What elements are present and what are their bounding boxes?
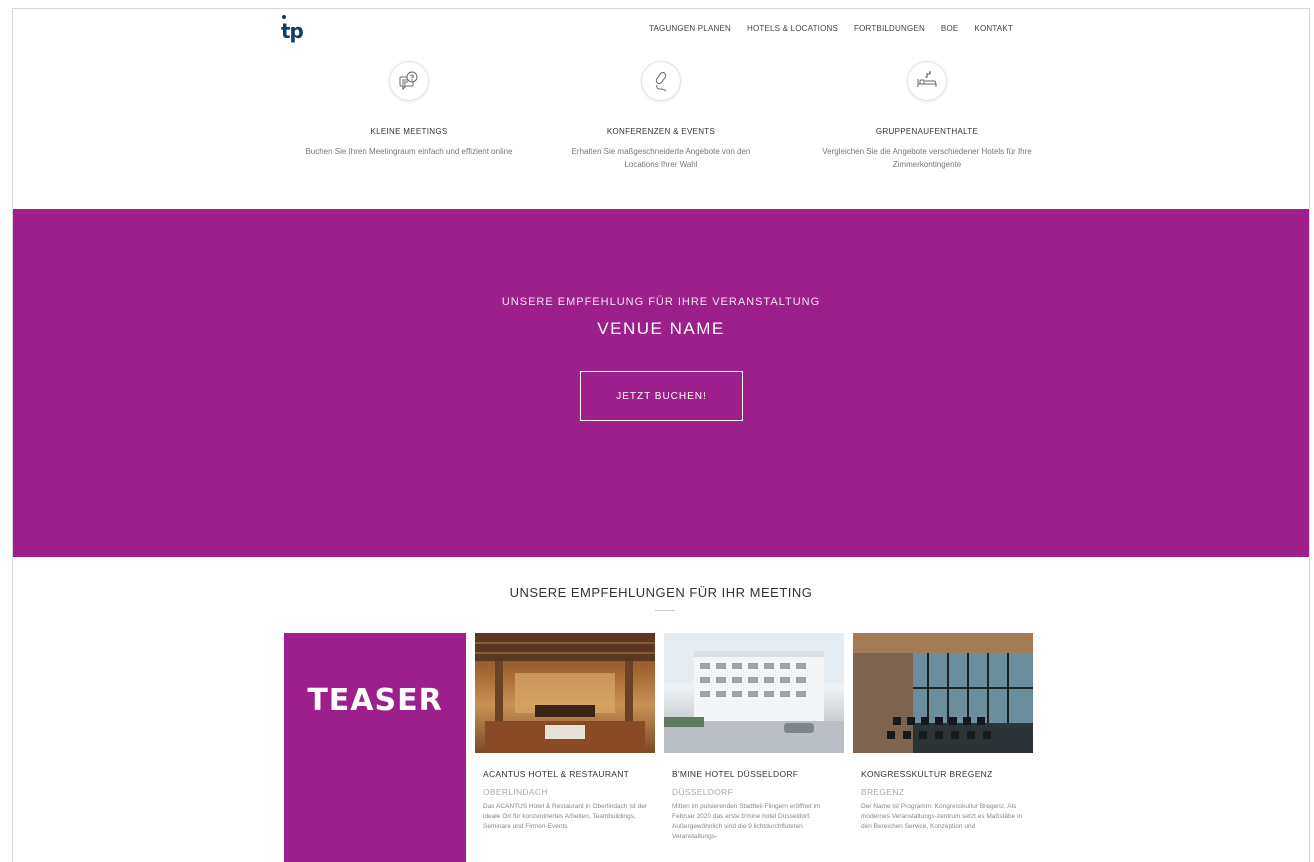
feature-title: GRUPPENAUFENTHALTE: [875, 127, 979, 136]
title-divider: [655, 610, 675, 611]
feature-title: KONFERENZEN & EVENTS: [606, 127, 716, 136]
page: tp TAGUNGEN PLANEN HOTELS & LOCATIONS FO…: [12, 8, 1310, 862]
nav-tagungen-planen[interactable]: TAGUNGEN PLANEN: [649, 24, 731, 33]
chat-question-icon: [389, 61, 429, 101]
venue-city: OBERLINDACH: [483, 787, 548, 797]
venue-description: Das ACANTUS Hotel & Restaurant in Oberli…: [483, 803, 648, 830]
feature-konferenzen-events[interactable]: KONFERENZEN & EVENTS Erhalten Sie maßges…: [541, 61, 781, 171]
logo-text: tp: [281, 19, 304, 43]
venue-name[interactable]: ACANTUS HOTEL & RESTAURANT: [475, 769, 657, 779]
feature-desc: Buchen Sie Ihren Meetingraum einfach und…: [305, 147, 513, 156]
venue-card-acantus[interactable]: ACANTUS HOTEL & RESTAURANT OBERLINDACH D…: [475, 633, 657, 832]
venue-city: BREGENZ: [861, 787, 905, 797]
recommendations-title: UNSERE EMPFEHLUNGEN FÜR IHR MEETING: [509, 585, 813, 600]
hero-venue-name: VENUE NAME: [597, 319, 725, 338]
venue-description: Der Name ist Programm: Kongresskultur Br…: [861, 803, 1023, 830]
teaser-block[interactable]: TEASER: [284, 633, 466, 862]
venue-city: DÜSSELDORF: [672, 787, 734, 797]
nav-hotels-locations[interactable]: HOTELS & LOCATIONS: [747, 24, 838, 33]
venue-description: Mitten im pulsierenden Stadtteil Flinger…: [672, 803, 821, 840]
feature-desc: Erhalten Sie maßgeschneiderte Angebote v…: [571, 147, 751, 169]
nav-boe[interactable]: BOE: [941, 24, 959, 33]
venue-photo: [853, 633, 1033, 753]
feature-kleine-meetings[interactable]: KLEINE MEETINGS Buchen Sie Ihren Meeting…: [289, 61, 529, 158]
venue-image[interactable]: [475, 633, 655, 753]
logo[interactable]: tp: [281, 15, 304, 43]
venue-image[interactable]: [853, 633, 1033, 753]
venue-card-bregenz[interactable]: KONGRESSKULTUR BREGENZ BREGENZ Der Name …: [853, 633, 1035, 832]
feature-title: KLEINE MEETINGS: [370, 127, 448, 136]
venue-image[interactable]: [664, 633, 844, 753]
feature-gruppenaufenthalte[interactable]: GRUPPENAUFENTHALTE Vergleichen Sie die A…: [807, 61, 1047, 171]
microphone-icon: [641, 61, 681, 101]
main-nav: TAGUNGEN PLANEN HOTELS & LOCATIONS FORTB…: [649, 24, 1029, 33]
book-now-button[interactable]: JETZT BUCHEN!: [580, 371, 743, 421]
venue-photo: [475, 633, 655, 753]
nav-kontakt[interactable]: KONTAKT: [974, 24, 1013, 33]
features-section: KLEINE MEETINGS Buchen Sie Ihren Meeting…: [13, 61, 1309, 209]
logo-dot: [282, 15, 286, 19]
venue-photo: [664, 633, 844, 753]
site-header: tp TAGUNGEN PLANEN HOTELS & LOCATIONS FO…: [13, 9, 1309, 49]
teaser-label: TEASER: [307, 683, 443, 718]
feature-desc: Vergleichen Sie die Angebote verschieden…: [822, 147, 1032, 169]
venue-name[interactable]: KONGRESSKULTUR BREGENZ: [853, 769, 1035, 779]
nav-fortbildungen[interactable]: FORTBILDUNGEN: [854, 24, 925, 33]
hero-banner: UNSERE EMPFEHLUNG FÜR IHRE VERANSTALTUNG…: [13, 209, 1309, 557]
venue-name[interactable]: B'MINE HOTEL DÜSSELDORF: [664, 769, 846, 779]
bed-icon: [907, 61, 947, 101]
hero-subtitle: UNSERE EMPFEHLUNG FÜR IHRE VERANSTALTUNG: [501, 296, 821, 308]
venue-card-bmine[interactable]: B'MINE HOTEL DÜSSELDORF DÜSSELDORF Mitte…: [664, 633, 846, 842]
